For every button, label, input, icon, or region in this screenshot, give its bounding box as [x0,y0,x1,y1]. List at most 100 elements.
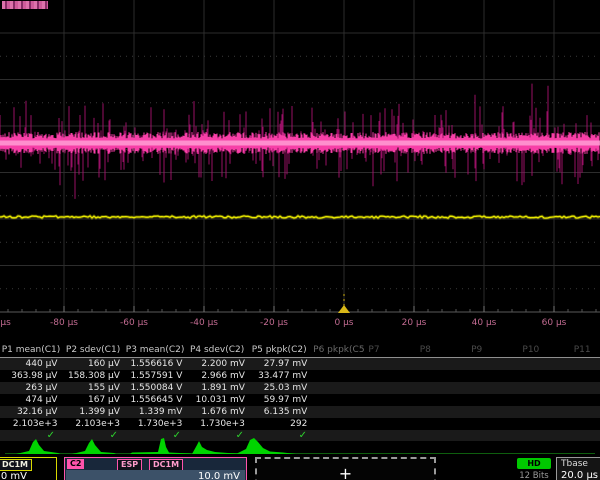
histicon-p5[interactable] [236,438,296,454]
table-row-sdev: 32.16 µV1.399 µV1.339 mV1.676 mV6.135 mV [0,406,600,418]
measure-value: 160 µV [62,358,124,370]
parameter-header[interactable]: P1 mean(C1) [0,344,62,357]
measure-sdev: 1.339 mV [125,406,187,418]
measure-empty [519,358,571,370]
axis-tick-label: -80 µs [50,318,78,328]
channel-descriptor-c1[interactable]: C1 DC1M 10.0 mV [0,457,57,480]
parameter-header-empty[interactable]: P7 [365,344,416,357]
add-trace-button[interactable]: + [255,457,436,480]
c2-channel-badge: C2 [67,459,84,469]
measure-empty [312,406,364,418]
histicon-p4[interactable] [192,441,242,454]
measure-empty [467,370,519,382]
measure-empty [416,370,468,382]
measure-empty [364,406,416,418]
measure-sdev: 6.135 mV [250,406,312,418]
measure-empty [570,418,600,430]
measure-min: 1.891 mV [187,382,249,394]
measure-min: 1.550084 V [125,382,187,394]
measure-empty [467,382,519,394]
table-row-max: 474 µV167 µV1.556645 V10.031 mV59.97 mV [0,394,600,406]
measure-value: 2.200 mV [187,358,249,370]
measure-empty [364,370,416,382]
measure-empty [467,358,519,370]
plus-icon: + [339,464,352,480]
measure-empty [467,394,519,406]
measure-num: 1.730e+3 [187,418,249,430]
measure-max: 10.031 mV [187,394,249,406]
axis-tick-label: 20 µs [402,318,427,328]
measure-sdev: 32.16 µV [0,406,62,418]
axis-tick-label: -40 µs [190,318,218,328]
table-row-mean: 363.98 µV158.308 µV1.557591 V2.966 mV33.… [0,370,600,382]
histicon-p1[interactable] [16,439,60,454]
parameter-header-empty[interactable]: P10 [519,344,570,357]
measure-max: 474 µV [0,394,62,406]
measure-empty [364,418,416,430]
parameter-header-empty[interactable]: P8 [417,344,468,357]
measure-sdev: 1.676 mV [187,406,249,418]
top-left-annotation [2,1,48,9]
parameter-header-empty[interactable]: P11 [571,344,600,357]
parameter-header[interactable]: P4 sdev(C2) [186,344,248,357]
measure-num: 2.103e+3 [62,418,124,430]
measure-empty [312,418,364,430]
parameter-header-empty[interactable]: P9 [468,344,519,357]
measure-empty [570,394,600,406]
measure-empty [312,358,364,370]
parameter-header[interactable]: P5 pkpk(C2) [248,344,310,357]
histicon-p2[interactable] [72,439,116,454]
measure-min: 263 µV [0,382,62,394]
measure-max: 1.556645 V [125,394,187,406]
histicon-row [0,436,600,458]
measure-empty [467,406,519,418]
timebase-descriptor[interactable]: Tbase 20.0 µs [556,457,600,480]
parameter-header[interactable]: P3 mean(C2) [124,344,186,357]
table-header-row: P1 mean(C1)P2 sdev(C1)P3 mean(C2)P4 sdev… [0,344,600,358]
table-row-num: 2.103e+32.103e+31.730e+31.730e+3292 [0,418,600,430]
table-row-value: 440 µV160 µV1.556616 V2.200 mV27.97 mV [0,358,600,370]
measure-empty [416,382,468,394]
measure-empty [416,394,468,406]
measure-empty [312,370,364,382]
measure-empty [519,406,571,418]
measure-min: 155 µV [62,382,124,394]
measure-empty [416,358,468,370]
measure-empty [519,370,571,382]
measure-max: 59.97 mV [250,394,312,406]
measure-empty [364,394,416,406]
c2-scale-value: 10.0 mV [198,471,240,480]
measure-mean: 363.98 µV [0,370,62,382]
measure-mean: 33.477 mV [250,370,312,382]
axis-tick-label: -60 µs [120,318,148,328]
axis-tick-label: 40 µs [472,318,497,328]
axis-tick-label: 0 µs [334,318,353,328]
c1-coupling-badge: DC1M [0,459,32,471]
measure-max: 167 µV [62,394,124,406]
histicon-p3[interactable] [130,438,192,454]
timebase-label: Tbase [557,458,600,469]
parameter-header[interactable]: P2 sdev(C1) [62,344,124,357]
measure-empty [519,382,571,394]
measure-empty [519,394,571,406]
measure-mean: 1.557591 V [125,370,187,382]
timebase-axis: -100 µs-80 µs-60 µs-40 µs-20 µs0 µs20 µs… [0,312,600,334]
axis-tick-label: 60 µs [542,318,567,328]
parameter-header-empty[interactable]: P6 pkpk(C5) [310,344,365,357]
measure-num: 1.730e+3 [125,418,187,430]
measure-mean: 2.966 mV [187,370,249,382]
axis-tick-label: -20 µs [260,318,288,328]
measure-num: 2.103e+3 [0,418,62,430]
oscilloscope-screen: -100 µs-80 µs-60 µs-40 µs-20 µs0 µs20 µs… [0,0,600,480]
measure-empty [570,370,600,382]
measure-mean: 158.308 µV [62,370,124,382]
measure-empty [364,382,416,394]
measure-value: 1.556616 V [125,358,187,370]
bottom-bar: C1 DC1M 10.0 mV C2 ESP DC1M 10.0 mV + HD… [0,457,600,480]
channel-descriptor-c2[interactable]: C2 ESP DC1M 10.0 mV [64,457,247,480]
measure-empty [519,418,571,430]
measure-min: 25.03 mV [250,382,312,394]
hd-mode-badge[interactable]: HD [517,458,551,469]
waveform-svg [0,0,600,314]
measure-empty [570,406,600,418]
